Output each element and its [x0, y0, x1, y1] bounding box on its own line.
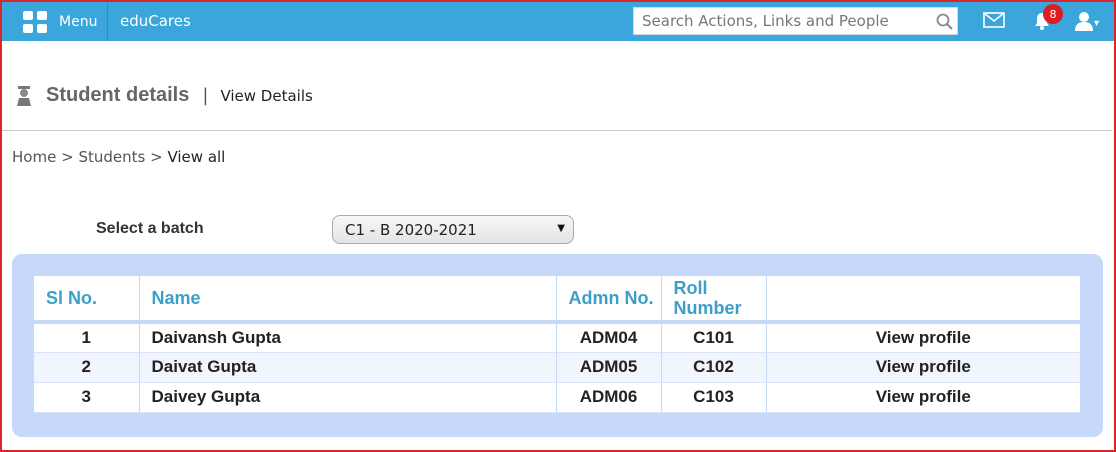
- cell-admn-no: ADM04: [556, 322, 662, 353]
- cell-name: Daivat Gupta: [139, 352, 557, 383]
- menu-button[interactable]: Menu: [2, 2, 108, 41]
- top-navbar: Menu eduCares 8 ▾: [2, 2, 1114, 41]
- breadcrumb-separator: >: [150, 148, 163, 166]
- cell-roll-number: C103: [661, 382, 767, 413]
- column-header-admn-no: Admn No.: [556, 276, 662, 322]
- user-menu[interactable]: ▾: [1075, 11, 1099, 31]
- notification-badge: 8: [1043, 4, 1063, 24]
- mail-icon[interactable]: [983, 12, 1005, 32]
- cell-sl-no: 2: [34, 352, 140, 383]
- divider: [2, 130, 1112, 131]
- view-profile-link[interactable]: View profile: [876, 387, 971, 406]
- batch-select[interactable]: C1 - B 2020-2021 ▼: [332, 215, 574, 244]
- chevron-down-icon: ▾: [1094, 18, 1100, 29]
- column-header-roll-number: Roll Number: [661, 276, 767, 322]
- students-table: Sl No. Name Admn No. Roll Number 1 Daiva…: [34, 276, 1080, 413]
- title-separator: |: [202, 85, 209, 106]
- cell-roll-number: C102: [661, 352, 767, 383]
- cell-admn-no: ADM05: [556, 352, 662, 383]
- batch-selected-value: C1 - B 2020-2021: [345, 220, 477, 239]
- student-icon: [17, 85, 31, 106]
- cell-roll-number: C101: [661, 322, 767, 353]
- search-input[interactable]: [634, 8, 931, 34]
- cell-sl-no: 3: [34, 382, 140, 413]
- cell-action: View profile: [766, 352, 1080, 383]
- table-row: 3 Daivey Gupta ADM06 C103 View profile: [34, 382, 1080, 413]
- students-table-panel: Sl No. Name Admn No. Roll Number 1 Daiva…: [12, 254, 1103, 437]
- page-header: Student details | View Details: [14, 84, 313, 107]
- breadcrumb: Home > Students > View all: [12, 148, 225, 166]
- user-icon: [1075, 12, 1093, 31]
- view-profile-link[interactable]: View profile: [876, 357, 971, 376]
- page-subtitle: View Details: [220, 86, 313, 105]
- column-header-name: Name: [139, 276, 557, 322]
- table-row: 2 Daivat Gupta ADM05 C102 View profile: [34, 352, 1080, 383]
- cell-name: Daivansh Gupta: [139, 322, 557, 353]
- breadcrumb-separator: >: [61, 148, 74, 166]
- cell-admn-no: ADM06: [556, 382, 662, 413]
- search-icon[interactable]: [931, 8, 957, 34]
- dropdown-arrow-icon: ▼: [557, 223, 565, 234]
- cell-action: View profile: [766, 382, 1080, 413]
- cell-action: View profile: [766, 322, 1080, 353]
- page-title: Student details: [46, 84, 190, 106]
- breadcrumb-home[interactable]: Home: [12, 148, 56, 166]
- table-header-row: Sl No. Name Admn No. Roll Number: [34, 276, 1080, 322]
- table-row: 1 Daivansh Gupta ADM04 C101 View profile: [34, 322, 1080, 353]
- search-box: [633, 7, 958, 35]
- column-header-action: [766, 276, 1080, 322]
- app-name[interactable]: eduCares: [120, 12, 191, 30]
- column-header-sl-no: Sl No.: [34, 276, 140, 322]
- batch-label: Select a batch: [96, 220, 204, 237]
- cell-name: Daivey Gupta: [139, 382, 557, 413]
- breadcrumb-students[interactable]: Students: [78, 148, 145, 166]
- grid-menu-icon: [23, 10, 47, 33]
- view-profile-link[interactable]: View profile: [876, 328, 971, 347]
- cell-sl-no: 1: [34, 322, 140, 353]
- menu-label: Menu: [59, 13, 98, 30]
- breadcrumb-current: View all: [167, 148, 226, 166]
